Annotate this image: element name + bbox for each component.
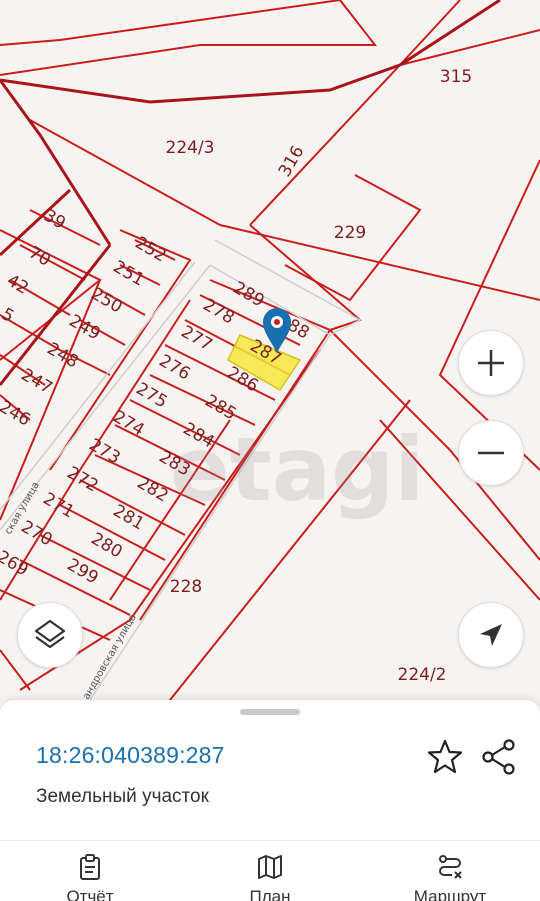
minus-icon xyxy=(478,451,504,455)
cadastral-number[interactable]: 18:26:040389:287 xyxy=(36,742,225,769)
navigation-arrow-icon xyxy=(480,624,502,646)
plot-label: 224/3 xyxy=(166,138,215,158)
plot-label: 224/2 xyxy=(398,665,447,685)
object-type: Земельный участок xyxy=(36,786,209,807)
share-icon[interactable] xyxy=(480,738,518,776)
my-location-button[interactable] xyxy=(458,602,524,668)
tab-report[interactable]: Отчёт xyxy=(0,841,180,901)
favorite-star-icon[interactable] xyxy=(426,738,464,776)
map-plan-icon xyxy=(258,855,282,879)
tab-plan[interactable]: План xyxy=(180,841,360,901)
layers-button[interactable] xyxy=(17,602,83,668)
plus-icon xyxy=(478,350,504,376)
plot-label: 315 xyxy=(440,67,472,87)
zoom-in-button[interactable] xyxy=(458,330,524,396)
tab-route[interactable]: Маршрут xyxy=(360,841,540,901)
zoom-out-button[interactable] xyxy=(458,420,524,486)
tab-plan-label: План xyxy=(249,887,291,901)
tab-report-label: Отчёт xyxy=(66,887,114,901)
route-icon xyxy=(439,855,462,879)
cadastral-map[interactable]: etagi 315224/3 31622939704225225125024924… xyxy=(0,0,540,700)
plot-label: 228 xyxy=(170,577,202,597)
report-icon xyxy=(80,854,100,880)
layers-icon xyxy=(34,619,66,649)
bottom-tab-bar: Отчёт План Маршрут xyxy=(0,840,540,901)
sheet-drag-handle[interactable] xyxy=(240,709,300,715)
plot-details-sheet[interactable]: 18:26:040389:287 Земельный участок xyxy=(0,700,540,840)
tab-route-label: Маршрут xyxy=(413,887,487,901)
plot-label: 229 xyxy=(334,223,366,243)
